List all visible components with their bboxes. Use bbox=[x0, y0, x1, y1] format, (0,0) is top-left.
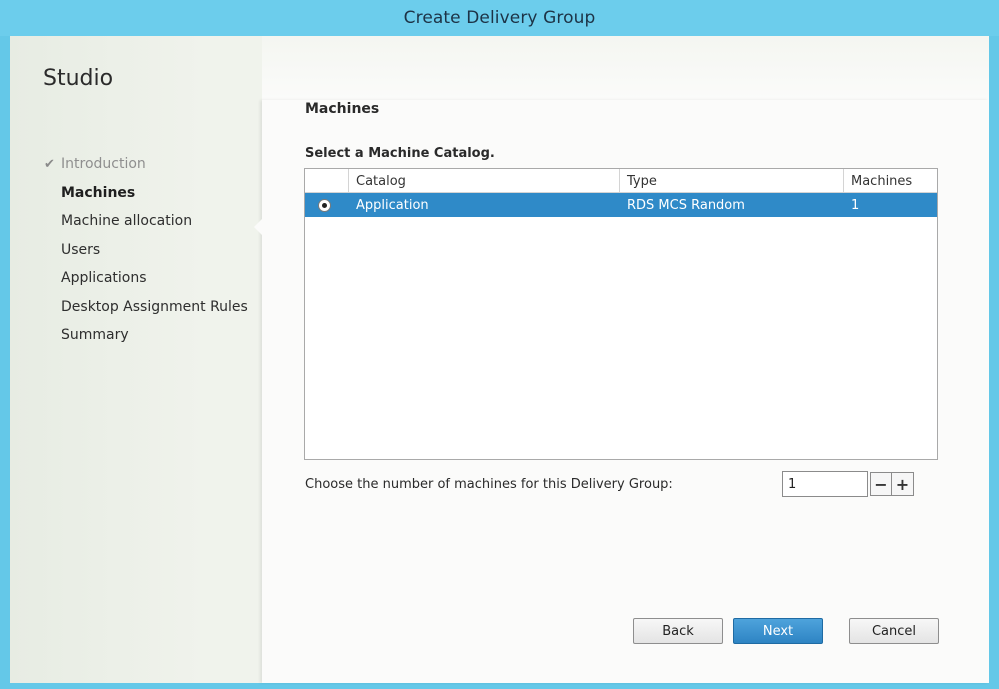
title-bar: Create Delivery Group bbox=[0, 0, 999, 36]
column-header-select bbox=[305, 169, 349, 193]
wizard-sidebar bbox=[10, 36, 262, 683]
step-label: Machine allocation bbox=[61, 213, 193, 230]
step-summary[interactable]: Summary bbox=[44, 321, 248, 350]
app-title: Studio bbox=[43, 66, 114, 91]
step-users[interactable]: Users bbox=[44, 236, 248, 265]
step-label: Desktop Assignment Rules bbox=[61, 298, 248, 315]
select-catalog-label: Select a Machine Catalog. bbox=[305, 146, 495, 161]
radio-dot bbox=[322, 202, 327, 208]
step-machines[interactable]: Machines bbox=[44, 179, 248, 208]
table-row[interactable]: Application RDS MCS Random 1 bbox=[305, 193, 937, 217]
step-label: Users bbox=[61, 241, 101, 258]
machine-count-input[interactable] bbox=[782, 471, 868, 497]
column-header-machines[interactable]: Machines bbox=[844, 169, 937, 193]
machine-count-label: Choose the number of machines for this D… bbox=[305, 477, 673, 492]
row-select-cell[interactable] bbox=[305, 193, 349, 217]
decrement-button[interactable]: − bbox=[871, 473, 893, 495]
check-icon: ✔ bbox=[44, 156, 55, 172]
step-applications[interactable]: Applications bbox=[44, 264, 248, 293]
cancel-button[interactable]: Cancel bbox=[849, 618, 939, 644]
current-step-pointer bbox=[254, 218, 263, 236]
wizard-steps: ✔ Introduction Machines Machine allocati… bbox=[44, 150, 248, 350]
next-button[interactable]: Next bbox=[733, 618, 823, 644]
machine-count-stepper[interactable]: − + bbox=[870, 472, 914, 496]
step-introduction[interactable]: ✔ Introduction bbox=[44, 150, 248, 179]
step-label: Applications bbox=[61, 270, 147, 287]
radio-button[interactable] bbox=[318, 198, 331, 212]
column-header-catalog[interactable]: Catalog bbox=[349, 169, 620, 193]
increment-button[interactable]: + bbox=[892, 473, 913, 495]
content-header-area bbox=[262, 36, 989, 100]
table-header: Catalog Type Machines bbox=[305, 169, 937, 193]
cell-machines: 1 bbox=[851, 197, 860, 213]
step-machine-allocation[interactable]: Machine allocation bbox=[44, 207, 248, 236]
step-label: Summary bbox=[61, 327, 129, 344]
step-desktop-assignment-rules[interactable]: Desktop Assignment Rules bbox=[44, 293, 248, 322]
section-title: Machines bbox=[305, 101, 380, 117]
cell-type: RDS MCS Random bbox=[627, 197, 745, 213]
step-label: Machines bbox=[61, 184, 136, 201]
column-header-type[interactable]: Type bbox=[620, 169, 844, 193]
cell-catalog: Application bbox=[356, 197, 429, 213]
back-button[interactable]: Back bbox=[633, 618, 723, 644]
machine-catalog-table[interactable]: Catalog Type Machines Application RDS MC… bbox=[304, 168, 938, 460]
window-title: Create Delivery Group bbox=[403, 8, 596, 28]
step-label: Introduction bbox=[61, 156, 146, 173]
